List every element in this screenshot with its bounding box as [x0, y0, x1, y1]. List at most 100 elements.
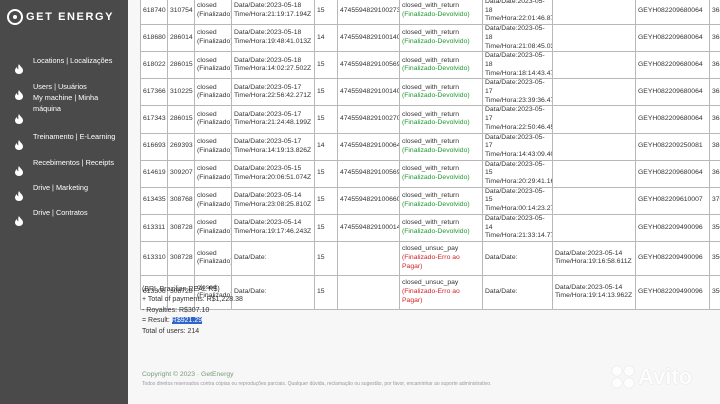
cell-last: 3680: [709, 51, 720, 80]
cell-end: [552, 24, 636, 53]
cell-line: (Finalizado): [197, 119, 232, 127]
watermark-text: Avito: [638, 364, 693, 389]
cell-device: GEYH082209490096: [635, 274, 710, 310]
cell-line: Data/Date:2023-05-14: [555, 283, 623, 291]
cell-qty: 15: [314, 240, 338, 276]
brand-logo[interactable]: GET ENERGY: [7, 8, 114, 26]
cell-device: GEYH082209490096: [635, 213, 710, 242]
cell-user: 286015: [167, 105, 195, 134]
cell-device: GEYH082209250081: [635, 132, 710, 161]
cell-line: (Finalizado): [197, 38, 232, 46]
cell-end: [552, 51, 636, 80]
cell-start: Data/Date:2023-05-14 Time/Hora:23:08:25.8…: [231, 186, 315, 215]
cell-status: closed (Finalizado): [194, 51, 232, 80]
cell-line: (Finalizado-Devolvido): [402, 200, 470, 208]
logo-icon: [7, 9, 23, 25]
cell-end: [552, 159, 636, 188]
cell-line: (Finalizado-Devolvido): [402, 227, 470, 235]
cell-line: closed_with_return: [402, 56, 460, 64]
cell-end: [552, 78, 636, 107]
cell-line: Time/Hora:19:48:41.013Z: [234, 38, 312, 46]
summary-result-value[interactable]: R$921.29: [171, 317, 203, 325]
cell-line: closed: [197, 165, 217, 172]
cell-id: 618680: [140, 24, 168, 53]
cell-last: 3680: [709, 24, 720, 53]
footer-copyright: Copyright © 2023 · GetEnergy: [142, 371, 234, 378]
cell-line: Data/Date:2023-05-18: [485, 0, 545, 14]
cell-line: closed_with_return: [402, 219, 460, 227]
cell-id: 616693: [140, 132, 168, 161]
cell-end: Data/Date:2023-05-14 Time/Hora:19:14:13.9…: [552, 274, 636, 310]
cell-result: closed_with_return (Finalizado-Devolvido): [399, 105, 483, 134]
sidebar-item-label: Drive | Marketing: [33, 182, 89, 192]
cell-status: closed (Finalizado): [194, 213, 232, 242]
flame-icon: [15, 87, 23, 100]
cell-qty: 14: [314, 132, 338, 161]
cell-line: closed: [197, 2, 217, 10]
cell-mid-date: Data/Date:2023-05-14 Time/Hora:21:33:14.7…: [482, 213, 553, 242]
table-row: 616693 269393 closed (Finalizado) Data/Date:…: [140, 132, 720, 161]
cell-line: Time/Hora:14:43:09.402Z: [485, 150, 552, 158]
cell-line: (Finalizado): [197, 11, 232, 19]
cell-end: [552, 105, 636, 134]
sidebar-item-label: Users | Usuários: [33, 81, 87, 91]
cell-line: closed: [197, 192, 217, 200]
table-row: 618740 310754 closed (Finalizado) Data/Date:…: [140, 0, 720, 26]
cell-result: closed_with_return (Finalizado-Devolvido): [399, 78, 483, 107]
cell-line: (Finalizado): [197, 227, 232, 235]
sidebar: GET ENERGY Locations | Localizações Users…: [0, 0, 128, 404]
cell-line: Time/Hora:21:33:14.773Z: [485, 232, 552, 240]
cell-line: Data/Date:2023-05-18: [234, 29, 302, 37]
cell-last: 3505: [709, 274, 720, 310]
cell-mid-date: Data/Date:2023-05-15 Time/Hora:20:29:41.1…: [482, 159, 553, 188]
cell-last: 3680: [709, 105, 720, 134]
cell-line: Data/Date:2023-05-18: [485, 52, 545, 68]
table-row: 613310 308728 closed (Finalizado) Data/Date:…: [140, 240, 720, 276]
cell-device: GEYH082209680064: [635, 24, 710, 53]
cell-line: Time/Hora:14:02:27.502Z: [234, 65, 312, 73]
summary-payments: + Total of payments: R$1,228.38: [142, 296, 243, 304]
cell-start: Data/Date:2023-05-18 Time/Hora:21:19:17.1…: [231, 0, 315, 26]
cell-line: (Finalizado): [197, 258, 232, 266]
cell-line: Pagar): [402, 296, 423, 304]
cell-status: closed (Finalizado): [194, 159, 232, 188]
flame-icon: [15, 188, 23, 201]
cell-start: Data/Date:2023-05-15 Time/Hora:20:06:51.0…: [231, 159, 315, 188]
cell-line: closed_unsuc_pay: [402, 245, 459, 253]
cell-mid-date: Data/Date:2023-05-18 Time/Hora:22:01:46.8…: [482, 0, 553, 26]
main-content: 618740 310754 closed (Finalizado) Data/Date:…: [128, 0, 720, 404]
cell-line: Time/Hora:19:17:46.243Z: [234, 227, 312, 235]
cell-mid-date: Data/Date:2023-05-18 Time/Hora:18:14:43.4…: [482, 51, 553, 80]
cell-line: Data/Date:: [234, 254, 267, 262]
cell-line: Time/Hora:00:14:23.275Z: [485, 205, 552, 213]
summary-currency: (BRL Brazilian REAL R$): [142, 286, 220, 293]
sidebar-item-label: My machine | Minha máquina: [33, 93, 99, 113]
cell-id: 613311: [140, 213, 168, 242]
cell-last: 3505: [709, 240, 720, 276]
cell-line: (Finalizado): [197, 173, 232, 181]
cell-line: Time/Hora:14:19:13.826Z: [234, 146, 312, 154]
brand-name: GET ENERGY: [26, 11, 115, 23]
cell-end: [552, 186, 636, 215]
watermark-logo-icon: [612, 366, 634, 388]
cell-line: closed_with_return: [402, 192, 460, 200]
cell-id: 618022: [140, 51, 168, 80]
cell-qty: 15: [314, 213, 338, 242]
flame-icon: [15, 61, 23, 74]
cell-line: closed_with_return: [402, 137, 460, 145]
cell-code: [337, 274, 400, 310]
flame-icon: [15, 163, 23, 176]
cell-line: Data/Date:2023-05-15: [234, 165, 302, 172]
cell-line: Data/Date:2023-05-14: [234, 219, 302, 227]
cell-line: Time/Hora:23:39:36.473Z: [485, 96, 552, 104]
cell-code: 4745594829100014: [337, 213, 400, 242]
summary-result-label: = Result:: [142, 317, 172, 325]
flame-icon: [15, 213, 23, 226]
cell-user: 310225: [167, 78, 195, 107]
cell-line: (Finalizado): [197, 65, 232, 73]
cell-mid-date: Data/Date:2023-05-15 Time/Hora:00:14:23.2…: [482, 186, 553, 215]
summary-result: = Result: R$921.29: [142, 316, 243, 326]
cell-status: closed (Finalizado): [194, 105, 232, 134]
cell-qty: 15: [314, 186, 338, 215]
cell-result: closed_with_return (Finalizado-Devolvido): [399, 159, 483, 188]
